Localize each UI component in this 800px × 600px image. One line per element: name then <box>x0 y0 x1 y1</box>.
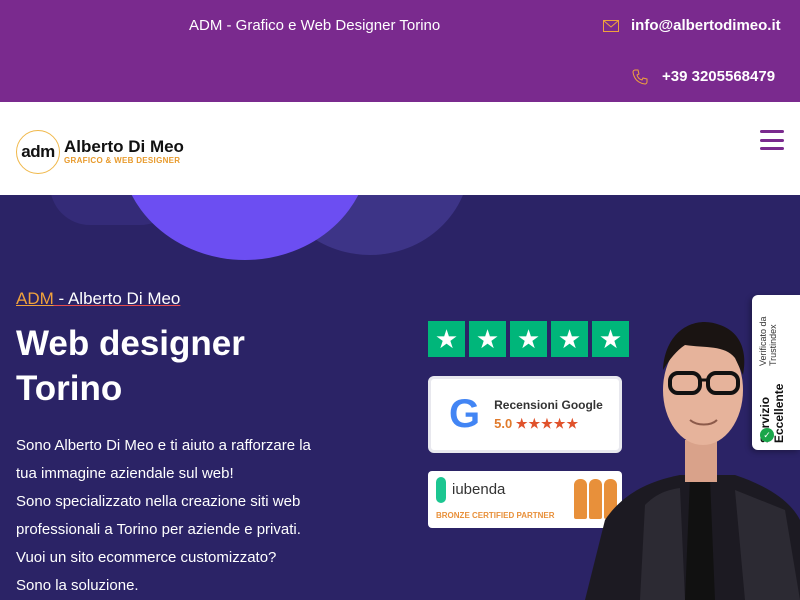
top-contact-bar: ADM - Grafico e Web Designer Torino info… <box>0 0 800 102</box>
iubenda-partner-label: BRONZE CERTIFIED PARTNER <box>436 511 555 520</box>
site-tagline: ADM - Grafico e Web Designer Torino <box>189 17 441 34</box>
hero-title: Web designer Torino <box>16 321 245 411</box>
desc-line: Vuoi un sito ecommerce customizzato? <box>16 549 277 566</box>
star-icon: ★ <box>428 321 465 357</box>
iubenda-name: iubenda <box>452 481 506 498</box>
desc-line: Sono specializzato nella creazione siti … <box>16 493 301 510</box>
phone-link[interactable]: +39 3205568479 <box>632 68 775 85</box>
logo-name: Alberto Di Meo <box>64 137 184 156</box>
email-text: info@albertodimeo.it <box>631 17 781 34</box>
email-link[interactable]: info@albertodimeo.it <box>603 17 781 34</box>
hero-description: Sono Alberto Di Meo e ti aiuto a rafforz… <box>16 432 346 600</box>
google-g-icon: G <box>449 392 481 436</box>
desc-line: tua immagine aziendale sul web! <box>16 465 234 482</box>
star-icon: ★ <box>469 321 506 357</box>
star-icon: ★ <box>510 321 547 357</box>
hamburger-menu-icon[interactable] <box>760 130 784 150</box>
logo-subtitle: GRAFICO & WEB DESIGNER <box>64 156 181 165</box>
mail-icon <box>603 19 619 32</box>
check-icon: ✓ <box>760 428 774 442</box>
desc-line: Sono la soluzione. <box>16 577 139 594</box>
iubenda-logo-icon <box>436 477 446 503</box>
hero-title-line1: Web designer <box>16 324 245 363</box>
phone-icon <box>632 69 648 85</box>
trustindex-sub: Verificato da Trustindex <box>758 316 778 366</box>
hero-kicker: ADM - Alberto Di Meo <box>16 289 180 309</box>
kicker-brand: ADM <box>16 289 54 308</box>
star-icon: ★ <box>551 321 588 357</box>
desc-line: Sono Alberto Di Meo e ti aiuto a rafforz… <box>16 437 311 454</box>
trustindex-badge[interactable]: Servizio Eccellente Verificato da Trusti… <box>752 295 800 450</box>
logo-mark: adm <box>16 130 60 174</box>
decorative-blob <box>120 195 370 260</box>
site-header: adm Alberto Di Meo GRAFICO & WEB DESIGNE… <box>0 102 800 195</box>
desc-line: professionali a Torino per aziende e pri… <box>16 521 301 538</box>
hero-section: ADM - Alberto Di Meo Web designer Torino… <box>0 195 800 600</box>
phone-text: +39 3205568479 <box>662 68 776 85</box>
hero-title-line2: Torino <box>16 369 123 408</box>
kicker-name: - Alberto Di Meo <box>53 289 181 308</box>
site-logo[interactable]: adm Alberto Di Meo GRAFICO & WEB DESIGNE… <box>16 130 184 174</box>
